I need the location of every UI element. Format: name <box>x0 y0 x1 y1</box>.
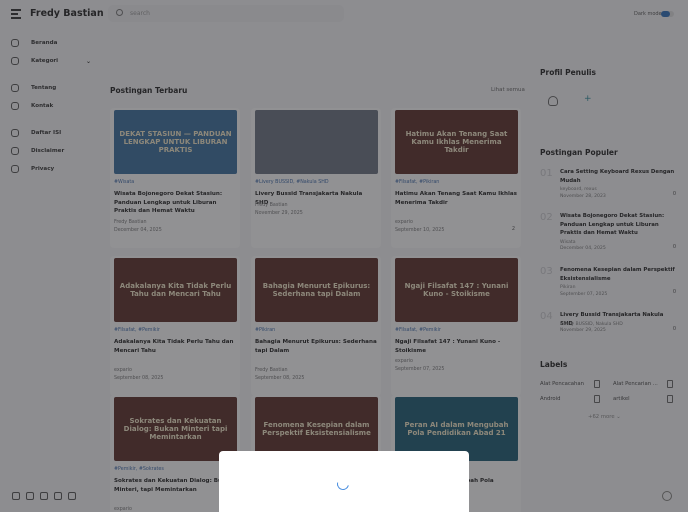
loading-dialog <box>219 451 469 512</box>
loading-spinner-icon <box>334 475 352 493</box>
modal-overlay[interactable] <box>0 0 688 512</box>
back-to-top-icon[interactable] <box>662 491 672 501</box>
